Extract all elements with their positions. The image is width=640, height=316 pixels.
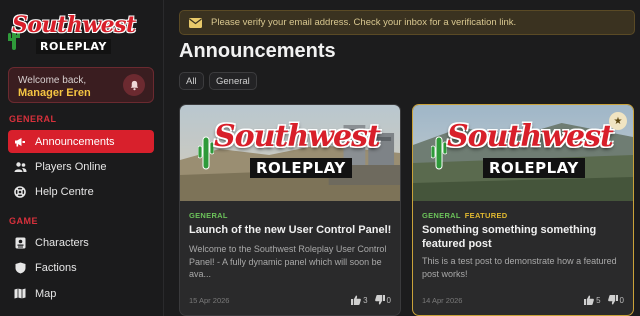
page-title: Announcements	[179, 40, 336, 62]
section-general-label: GENERAL	[9, 114, 57, 124]
verify-email-banner: Please verify your email address. Check …	[179, 10, 635, 35]
section-game-label: GAME	[9, 216, 38, 226]
sidebar-item-characters[interactable]: Characters	[8, 231, 154, 254]
card-date: 15 Apr 2026	[189, 295, 230, 305]
welcome-card: Welcome back, Manager Eren	[8, 67, 154, 103]
main-content: Please verify your email address. Check …	[164, 0, 640, 316]
thumbs-down-icon	[607, 295, 618, 305]
card-logo-wordmark: Southwest	[447, 119, 614, 154]
card-footer: 15 Apr 2026 3 0	[189, 294, 391, 306]
id-card-icon	[13, 236, 27, 250]
sidebar-item-players-online[interactable]: Players Online	[8, 155, 154, 178]
notifications-button[interactable]	[123, 74, 145, 96]
like-button[interactable]: 3	[351, 295, 368, 305]
like-button[interactable]: 5	[584, 295, 601, 305]
sidebar-item-label: Factions	[35, 261, 77, 274]
filter-general-button[interactable]: General	[209, 72, 257, 90]
sidebar-item-map[interactable]: Map	[8, 282, 154, 305]
filter-all-button[interactable]: All	[179, 72, 204, 90]
sidebar: Southwest ROLEPLAY Welcome back, Manager…	[0, 0, 164, 316]
sidebar-item-factions[interactable]: Factions	[8, 256, 154, 279]
card-description: This is a test post to demonstrate how a…	[422, 256, 617, 279]
sidebar-item-help-centre[interactable]: Help Centre	[8, 180, 154, 203]
like-count: 5	[596, 295, 601, 305]
logo-wordmark: Southwest	[12, 12, 136, 38]
tag-featured: FEATURED	[464, 211, 508, 220]
card-description: Welcome to the Southwest Roleplay User C…	[189, 244, 387, 279]
welcome-greeting: Welcome back,	[18, 75, 87, 86]
card-footer: 14 Apr 2026 5 0	[422, 294, 624, 306]
card-title[interactable]: Something something something featured p…	[422, 223, 627, 251]
envelope-icon	[189, 17, 202, 28]
megaphone-icon	[13, 135, 27, 149]
banner-text: Please verify your email address. Check …	[211, 17, 517, 28]
card-logo-subtitle: ROLEPLAY	[483, 158, 585, 178]
logo-subtitle: ROLEPLAY	[36, 39, 111, 54]
dislike-button[interactable]: 0	[607, 295, 624, 305]
shield-icon	[13, 261, 27, 275]
card-date: 14 Apr 2026	[422, 295, 463, 305]
star-icon: ★	[613, 115, 623, 127]
lifebuoy-icon	[13, 185, 27, 199]
thumbs-up-icon	[351, 295, 361, 305]
thumbs-up-icon	[584, 295, 594, 305]
thumbs-down-icon	[374, 295, 385, 305]
cactus-icon	[431, 136, 447, 170]
announcement-card[interactable]: Southwest ROLEPLAY GENERAL Launch of the…	[179, 104, 401, 316]
featured-star-badge: ★	[609, 112, 627, 130]
like-count: 3	[363, 295, 368, 305]
tag-general: GENERAL	[422, 211, 461, 220]
sidebar-item-label: Announcements	[35, 135, 115, 148]
map-icon	[13, 287, 27, 301]
announcement-card-featured[interactable]: Southwest ROLEPLAY ★ GENERAL FEATURED Som…	[412, 104, 634, 316]
card-image: Southwest ROLEPLAY	[180, 105, 400, 201]
welcome-username: Manager Eren	[18, 87, 91, 99]
sidebar-item-announcements[interactable]: Announcements	[8, 130, 154, 153]
card-logo-subtitle: ROLEPLAY	[250, 158, 352, 178]
dislike-count: 0	[619, 295, 624, 305]
card-tags: GENERAL	[189, 211, 228, 220]
card-tags: GENERAL FEATURED	[422, 211, 507, 220]
sidebar-item-label: Characters	[35, 236, 89, 249]
dislike-count: 0	[386, 295, 391, 305]
sidebar-item-label: Map	[35, 287, 57, 300]
cactus-icon	[198, 136, 214, 170]
users-icon	[13, 160, 27, 174]
brand-logo[interactable]: Southwest ROLEPLAY	[8, 10, 136, 58]
card-image: Southwest ROLEPLAY ★	[413, 105, 633, 201]
dislike-button[interactable]: 0	[374, 295, 391, 305]
tag-general: GENERAL	[189, 211, 228, 220]
card-logo-wordmark: Southwest	[214, 119, 381, 154]
bell-icon	[130, 80, 138, 90]
card-title[interactable]: Launch of the new User Control Panel!	[189, 223, 394, 237]
sidebar-item-label: Help Centre	[35, 185, 94, 198]
sidebar-item-label: Players Online	[35, 160, 107, 173]
